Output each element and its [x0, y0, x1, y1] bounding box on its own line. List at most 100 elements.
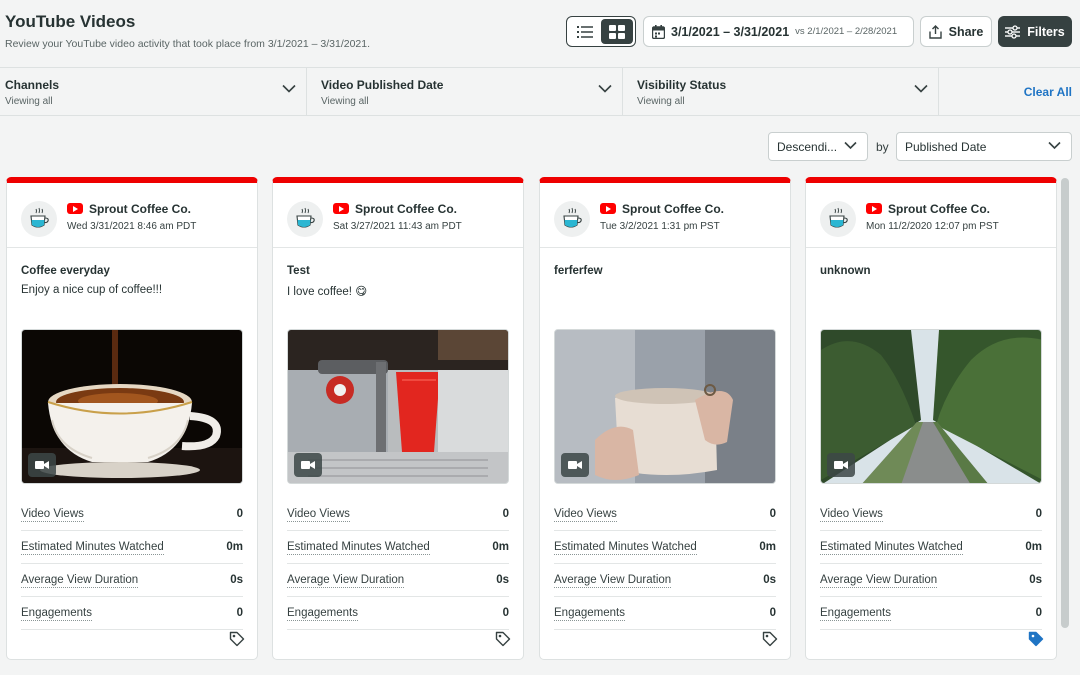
tag-icon[interactable] [762, 631, 778, 647]
coffee-cup-icon [30, 207, 49, 228]
card-header: Sprout Coffee Co. Sat 3/27/2021 11:43 am… [273, 183, 523, 248]
video-thumbnail[interactable] [21, 329, 243, 484]
metric-label[interactable]: Estimated Minutes Watched [820, 541, 963, 555]
avatar [820, 201, 856, 237]
metric-row: Video Views 0 [820, 498, 1042, 531]
metric-label[interactable]: Estimated Minutes Watched [554, 541, 697, 555]
video-title: Coffee everyday [21, 265, 110, 277]
video-card[interactable]: Sprout Coffee Co. Mon 11/2/2020 12:07 pm… [805, 177, 1057, 660]
filter-value: Viewing all [637, 96, 685, 107]
metric-label[interactable]: Average View Duration [287, 574, 405, 588]
coffee-cup-icon [296, 207, 315, 228]
video-card[interactable]: Sprout Coffee Co. Wed 3/31/2021 8:46 am … [6, 177, 258, 660]
grid-view-button[interactable] [601, 19, 633, 44]
page-header: YouTube Videos Review your YouTube video… [0, 0, 1080, 67]
metric-row: Estimated Minutes Watched 0m [554, 531, 776, 564]
sort-order-select[interactable]: Descendi... [768, 132, 868, 161]
date-range-button[interactable]: 3/1/2021 – 3/31/2021 vs 2/1/2021 – 2/28/… [643, 16, 914, 47]
avatar [21, 201, 57, 237]
share-icon [928, 24, 942, 39]
page-subtitle: Review your YouTube video activity that … [5, 38, 371, 50]
sliders-icon [1005, 24, 1021, 39]
chevron-down-icon [914, 84, 928, 93]
sort-field-value: Published Date [905, 139, 987, 154]
metric-value: 0m [226, 541, 243, 553]
share-button[interactable]: Share [920, 16, 992, 47]
metric-label[interactable]: Average View Duration [820, 574, 938, 588]
metric-value: 0s [763, 574, 776, 586]
video-camera-icon [561, 453, 589, 477]
video-camera-icon [827, 453, 855, 477]
metric-label[interactable]: Average View Duration [554, 574, 672, 588]
video-camera-icon [28, 453, 56, 477]
metric-value: 0s [1029, 574, 1042, 586]
calendar-icon [652, 24, 665, 39]
filter-value: Viewing all [321, 96, 369, 107]
date-range-label: 3/1/2021 – 3/31/2021 [671, 24, 790, 39]
tag-icon[interactable] [229, 631, 245, 647]
filter-label: Visibility Status [637, 78, 727, 92]
chevron-down-icon [598, 84, 612, 93]
channel-name: Sprout Coffee Co. [355, 202, 457, 216]
clear-all-link[interactable]: Clear All [1024, 85, 1072, 99]
metric-value: 0 [769, 607, 776, 619]
coffee-cup-icon [829, 207, 848, 228]
video-description: I love coffee! 😋 [287, 286, 368, 298]
metric-label[interactable]: Engagements [287, 607, 358, 621]
avatar [287, 201, 323, 237]
metric-label[interactable]: Video Views [820, 508, 883, 522]
video-title: unknown [820, 265, 871, 277]
metric-label[interactable]: Video Views [554, 508, 617, 522]
video-thumbnail[interactable] [820, 329, 1042, 484]
metric-row: Average View Duration 0s [287, 564, 509, 597]
metric-label[interactable]: Video Views [287, 508, 350, 522]
video-card[interactable]: Sprout Coffee Co. Sat 3/27/2021 11:43 am… [272, 177, 524, 660]
metric-row: Engagements 0 [21, 597, 243, 630]
post-date: Wed 3/31/2021 8:46 am PDT [67, 221, 197, 232]
metric-row: Video Views 0 [21, 498, 243, 531]
grid-icon [609, 24, 625, 39]
metric-label[interactable]: Engagements [21, 607, 92, 621]
filters-button[interactable]: Filters [998, 16, 1072, 47]
metric-value: 0 [236, 607, 243, 619]
metric-value: 0 [236, 508, 243, 520]
youtube-icon [333, 203, 349, 214]
metric-row: Engagements 0 [554, 597, 776, 630]
tag-icon[interactable] [495, 631, 511, 647]
post-date: Sat 3/27/2021 11:43 am PDT [333, 221, 462, 232]
metric-row: Average View Duration 0s [21, 564, 243, 597]
metric-label[interactable]: Average View Duration [21, 574, 139, 588]
channel-name: Sprout Coffee Co. [622, 202, 724, 216]
metric-label[interactable]: Engagements [820, 607, 891, 621]
card-header: Sprout Coffee Co. Wed 3/31/2021 8:46 am … [7, 183, 257, 248]
filter-channels[interactable]: Channels Viewing all [0, 68, 307, 116]
channel-name: Sprout Coffee Co. [888, 202, 990, 216]
filter-video-published-date[interactable]: Video Published Date Viewing all [316, 68, 623, 116]
video-title: ferferfew [554, 265, 603, 277]
sort-by-label: by [876, 140, 889, 154]
filter-visibility-status[interactable]: Visibility Status Viewing all [632, 68, 939, 116]
metric-label[interactable]: Estimated Minutes Watched [287, 541, 430, 555]
video-card[interactable]: Sprout Coffee Co. Tue 3/2/2021 1:31 pm P… [539, 177, 791, 660]
metric-row: Engagements 0 [820, 597, 1042, 630]
metric-label[interactable]: Video Views [21, 508, 84, 522]
filter-label: Channels [5, 78, 60, 92]
page-title: YouTube Videos [5, 12, 136, 31]
sort-order-value: Descendi... [777, 139, 838, 154]
chevron-down-icon [1048, 141, 1061, 150]
youtube-icon [67, 203, 83, 214]
metric-label[interactable]: Engagements [554, 607, 625, 621]
avatar [554, 201, 590, 237]
scrollbar[interactable] [1061, 178, 1069, 628]
card-header: Sprout Coffee Co. Tue 3/2/2021 1:31 pm P… [540, 183, 790, 248]
metric-value: 0m [1025, 541, 1042, 553]
metric-value: 0 [1035, 508, 1042, 520]
tag-icon[interactable] [1028, 631, 1044, 647]
chevron-down-icon [282, 84, 296, 93]
metric-row: Video Views 0 [554, 498, 776, 531]
list-view-button[interactable] [569, 19, 601, 44]
video-thumbnail[interactable] [554, 329, 776, 484]
sort-field-select[interactable]: Published Date [896, 132, 1072, 161]
video-thumbnail[interactable] [287, 329, 509, 484]
metric-label[interactable]: Estimated Minutes Watched [21, 541, 164, 555]
